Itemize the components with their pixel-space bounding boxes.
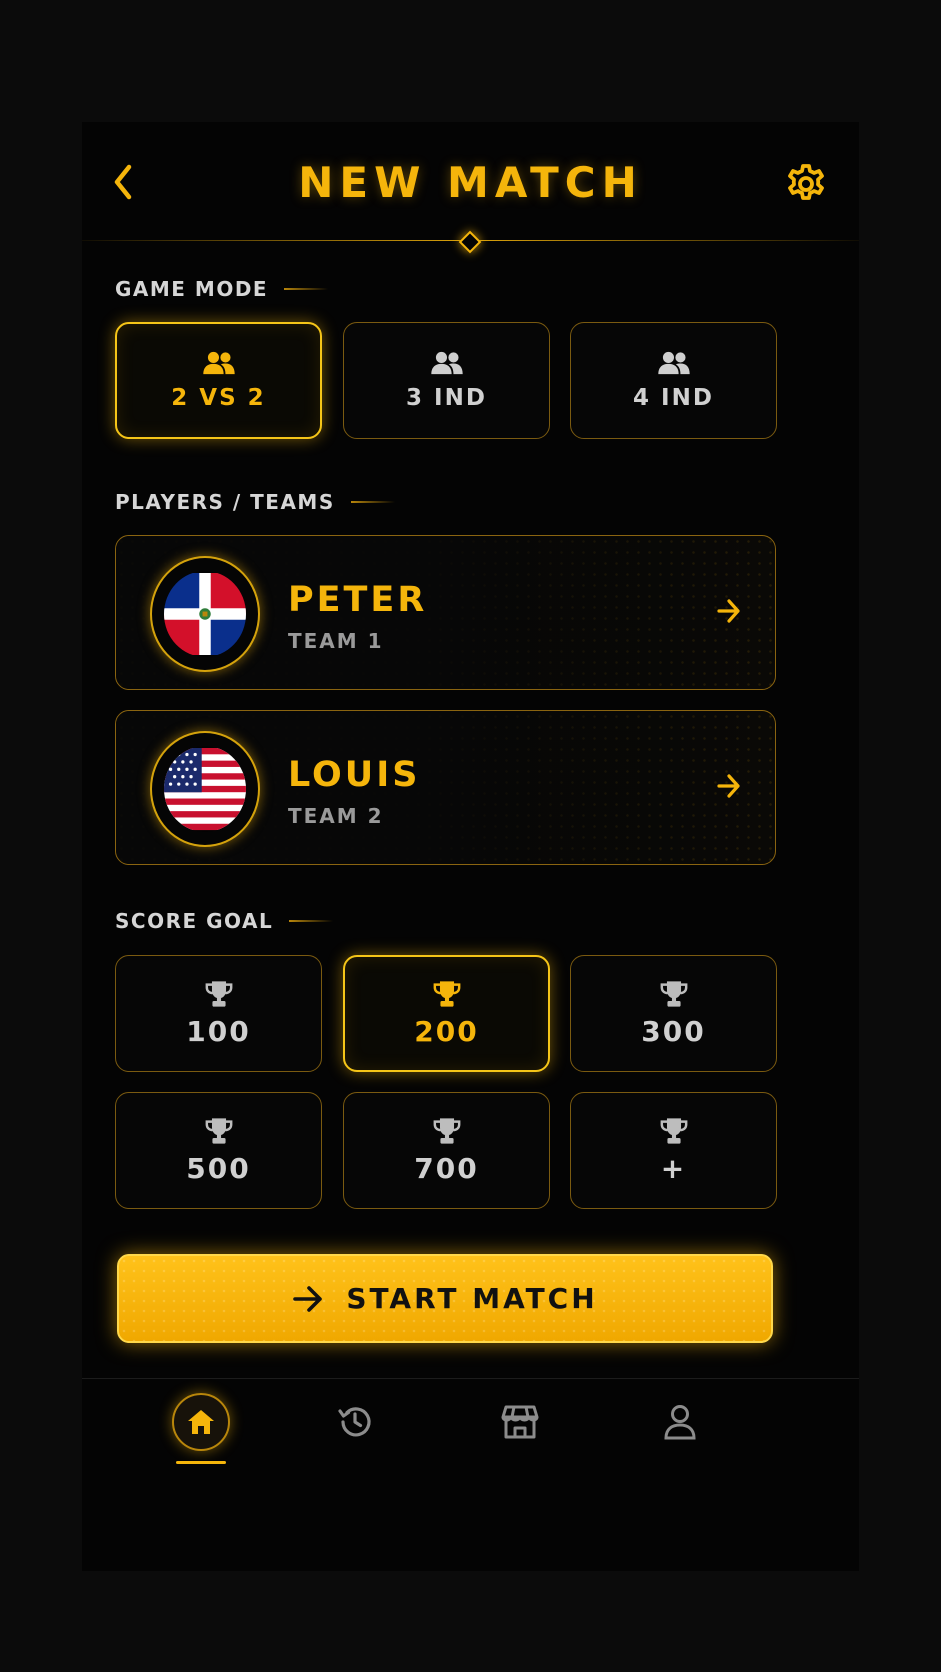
players-label-text: PLAYERS / TEAMS — [115, 490, 335, 514]
game-mode-option-2vs2[interactable]: 2 VS 2 — [115, 322, 322, 439]
score-option-label: 500 — [186, 1152, 251, 1185]
score-option-label: 200 — [414, 1015, 479, 1048]
trophy-icon — [204, 1116, 234, 1146]
score-option-custom[interactable]: + — [570, 1092, 777, 1209]
trophy-icon — [659, 979, 689, 1009]
nav-home-ring — [172, 1393, 230, 1451]
avatar — [150, 556, 260, 672]
game-mode-option-label: 3 IND — [406, 384, 487, 411]
nav-home[interactable] — [171, 1392, 231, 1452]
score-goal-label-text: SCORE GOAL — [115, 909, 274, 933]
start-match-button[interactable]: START MATCH — [117, 1254, 773, 1343]
players-section-label: PLAYERS / TEAMS — [115, 490, 395, 514]
score-option-700[interactable]: 700 — [343, 1092, 550, 1209]
gear-icon — [788, 164, 824, 200]
dominican-republic-flag-icon — [164, 573, 246, 655]
game-mode-option-4ind[interactable]: 4 IND — [570, 322, 777, 439]
score-option-label: 300 — [641, 1015, 706, 1048]
page-title: NEW MATCH — [298, 158, 643, 207]
users-icon — [430, 351, 464, 375]
player-team: TEAM 1 — [288, 629, 384, 653]
nav-store[interactable] — [490, 1392, 550, 1452]
trophy-icon — [204, 979, 234, 1009]
label-rule — [289, 920, 334, 922]
score-option-200[interactable]: 200 — [343, 955, 550, 1072]
label-rule — [350, 501, 395, 503]
score-option-label: 100 — [186, 1015, 251, 1048]
score-goal-section-label: SCORE GOAL — [115, 909, 334, 933]
usa-flag-icon — [164, 748, 246, 831]
score-option-label: + — [660, 1152, 687, 1185]
bottom-nav-divider — [82, 1378, 859, 1379]
score-option-500[interactable]: 500 — [115, 1092, 322, 1209]
settings-button[interactable] — [784, 162, 828, 206]
player-card-louis[interactable]: LOUIS TEAM 2 — [115, 710, 776, 865]
player-team: TEAM 2 — [288, 804, 384, 828]
history-icon — [338, 1407, 371, 1437]
nav-history[interactable] — [325, 1392, 385, 1452]
phone-screen: NEW MATCH GAME MODE 2 VS 2 3 IND 4 IND P… — [82, 122, 859, 1571]
home-icon — [188, 1410, 214, 1434]
game-mode-label-text: GAME MODE — [115, 277, 269, 301]
nav-profile[interactable] — [650, 1392, 710, 1452]
player-name: LOUIS — [288, 755, 421, 795]
label-rule — [284, 288, 329, 290]
score-option-label: 700 — [414, 1152, 479, 1185]
game-mode-section-label: GAME MODE — [115, 277, 329, 301]
player-name: PETER — [288, 580, 428, 620]
score-option-100[interactable]: 100 — [115, 955, 322, 1072]
player-card-peter[interactable]: PETER TEAM 1 — [115, 535, 776, 690]
start-match-label: START MATCH — [346, 1282, 598, 1315]
users-icon — [657, 351, 691, 375]
game-mode-option-3ind[interactable]: 3 IND — [343, 322, 550, 439]
nav-active-indicator — [176, 1461, 226, 1464]
arrow-right-icon — [293, 1285, 323, 1312]
header-diamond-ornament — [458, 230, 482, 254]
arrow-right-icon[interactable] — [716, 596, 742, 626]
trophy-icon — [432, 979, 462, 1009]
users-icon — [202, 351, 236, 375]
game-mode-option-label: 2 VS 2 — [171, 384, 266, 411]
trophy-icon — [659, 1116, 689, 1146]
trophy-icon — [432, 1116, 462, 1146]
store-icon — [501, 1405, 539, 1439]
arrow-right-icon[interactable] — [716, 771, 742, 801]
score-option-300[interactable]: 300 — [570, 955, 777, 1072]
game-mode-option-label: 4 IND — [633, 384, 714, 411]
avatar — [150, 731, 260, 847]
profile-icon — [664, 1405, 696, 1440]
